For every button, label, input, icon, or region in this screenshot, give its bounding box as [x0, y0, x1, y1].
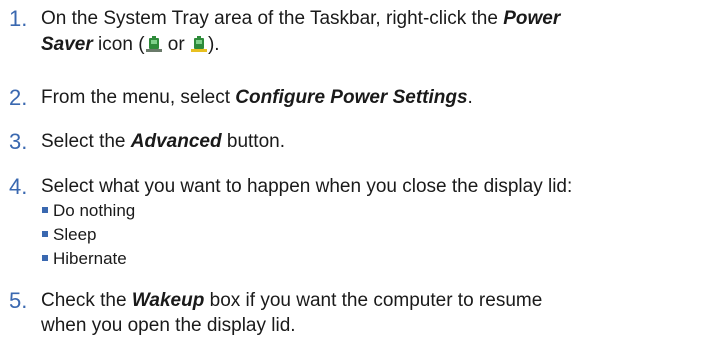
list-item: Sleep [42, 224, 96, 246]
list-item: Do nothing [42, 200, 135, 222]
step-text-line-1: Select the Advanced button. [41, 130, 285, 154]
bullet-icon [42, 207, 48, 213]
power-saver-term: Saver [41, 34, 93, 55]
list-item: Hibernate [42, 248, 127, 270]
step-number: 3. [9, 129, 28, 154]
option-label: Sleep [53, 225, 97, 244]
step-text: On the System Tray area of the Taskbar, … [41, 8, 504, 29]
step-text: box if you want the computer to resume [204, 290, 543, 311]
step-text-line-2: Saver icon ( or ). [41, 33, 220, 57]
configure-power-settings-term: Configure Power Settings [235, 87, 468, 108]
step-text-line-1: On the System Tray area of the Taskbar, … [41, 7, 560, 31]
step-text: From the menu, select [41, 87, 236, 108]
power-saver-battery-icon [190, 35, 208, 53]
instruction-steps: 1. On the System Tray area of the Taskba… [0, 0, 728, 347]
step-text-line-1: Select what you want to happen when you … [41, 176, 573, 197]
option-label: Do nothing [53, 201, 136, 220]
bullet-icon [42, 255, 48, 261]
advanced-term: Advanced [130, 131, 222, 152]
step-text: Check the [41, 290, 132, 311]
step-text: button. [221, 131, 285, 152]
wakeup-term: Wakeup [131, 290, 205, 311]
step-number: 1. [9, 6, 28, 31]
step-text: . [467, 87, 473, 108]
step-text-line-2: when you open the display lid. [41, 315, 296, 336]
step-text: Select the [41, 131, 131, 152]
step-text-line-1: From the menu, select Configure Power Se… [41, 86, 473, 110]
step-number: 5. [9, 288, 28, 313]
step-text: or [162, 34, 190, 55]
step-text: icon ( [92, 34, 145, 55]
bullet-icon [42, 231, 48, 237]
step-text: ). [207, 34, 220, 55]
option-label: Hibernate [53, 249, 127, 268]
power-saver-term: Power [503, 8, 561, 29]
step-text-line-1: Check the Wakeup box if you want the com… [41, 289, 542, 313]
power-saver-ac-icon [145, 35, 163, 53]
step-number: 2. [9, 85, 28, 110]
step-number: 4. [9, 174, 28, 199]
